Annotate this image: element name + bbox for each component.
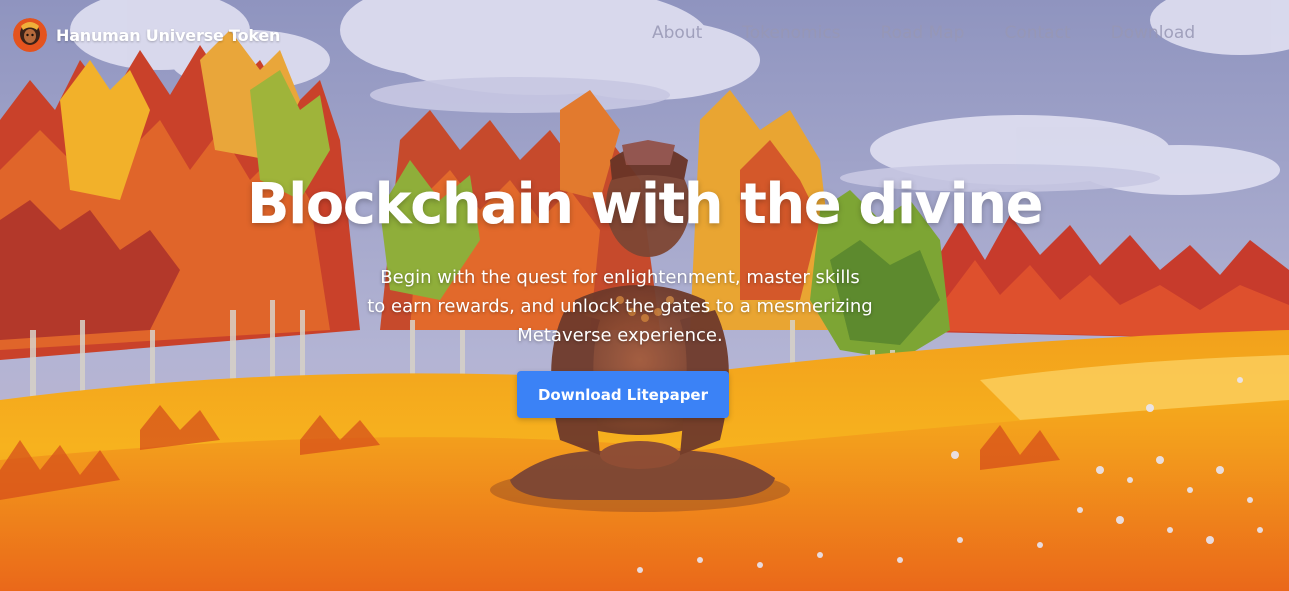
top-navbar: Hanuman Universe Token About Tokenomics … — [0, 0, 1289, 70]
nav-link-about[interactable]: About — [652, 23, 702, 43]
nav-link-contact[interactable]: Contact — [1004, 23, 1070, 43]
brand-home-link[interactable]: Hanuman Universe Token — [13, 18, 280, 52]
hanuman-avatar-icon — [13, 18, 47, 52]
hero-title: Blockchain with the divine — [246, 172, 1044, 237]
brand-name: Hanuman Universe Token — [56, 25, 281, 45]
nav-link-download[interactable]: Download — [1111, 23, 1196, 43]
landing-page: Hanuman Universe Token About Tokenomics … — [0, 0, 1289, 591]
main-menu: About Tokenomics Road Map Contact Downlo… — [652, 23, 1195, 43]
hero-subtitle: Begin with the quest for enlightenment, … — [300, 263, 940, 350]
hero-subtitle-line: to earn rewards, and unlock the gates to… — [367, 296, 873, 317]
hero-subtitle-line: Metaverse experience. — [517, 325, 723, 346]
nav-link-road-map[interactable]: Road Map — [881, 23, 965, 43]
nav-link-tokenomics[interactable]: Tokenomics — [742, 23, 840, 43]
download-litepaper-button[interactable]: Download Litepaper — [517, 371, 729, 418]
hero-subtitle-line: Begin with the quest for enlightenment, … — [380, 267, 860, 288]
